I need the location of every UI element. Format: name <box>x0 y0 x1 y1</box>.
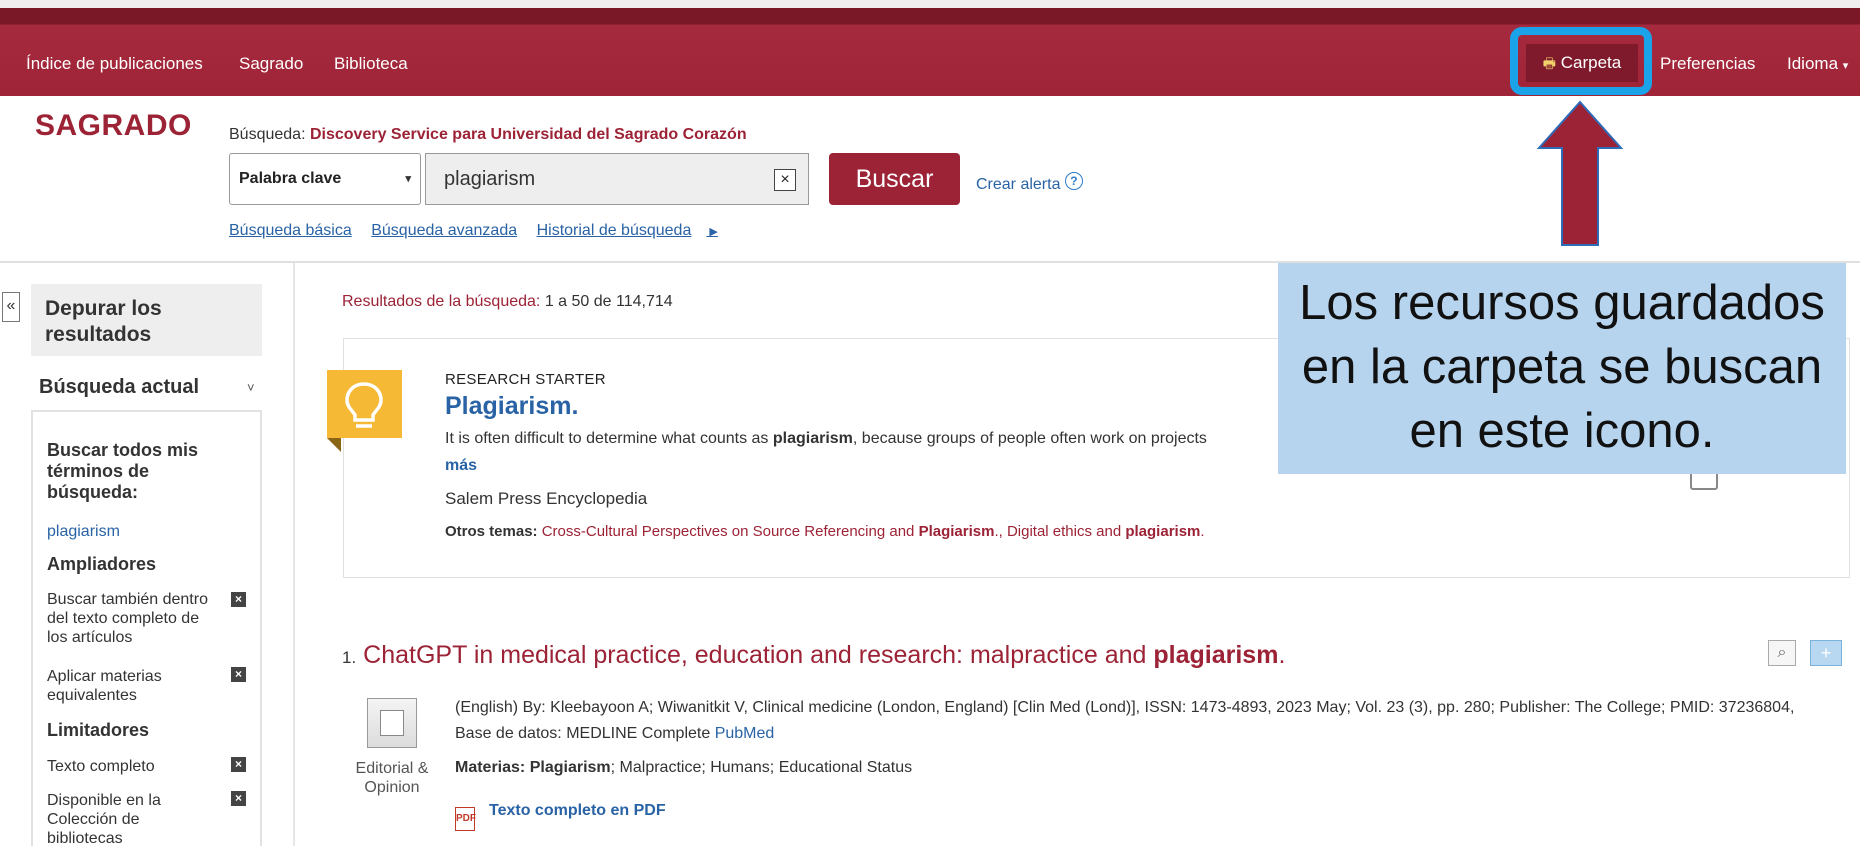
result-title[interactable]: 1. ChatGPT in medical practice, educatio… <box>342 641 1285 670</box>
find-all-terms-label: Buscar todos mis términos de búsqueda: <box>47 440 199 502</box>
pubmed-link[interactable]: PubMed <box>715 725 775 742</box>
remove-limiter-icon[interactable]: × <box>231 791 246 806</box>
results-count: Resultados de la búsqueda: 1 a 50 de 114… <box>342 293 673 310</box>
nav-idioma[interactable]: Idioma ▾ <box>1787 54 1848 74</box>
badge-fold <box>327 438 341 452</box>
nav-sagrado[interactable]: Sagrado <box>239 54 303 74</box>
refine-results-heading: Depurar los resultados <box>31 284 262 356</box>
limiter-fulltext: Texto completo <box>47 758 155 775</box>
nav-indice-publicaciones[interactable]: Índice de publicaciones <box>26 54 203 74</box>
result-metadata: (English) By: Kleebayoon A; Wiwanitkit V… <box>455 699 1795 742</box>
sagrado-logo[interactable]: SAGRADO <box>35 109 192 143</box>
up-arrow-annotation <box>1535 100 1625 255</box>
more-link[interactable]: más <box>445 457 477 475</box>
result-subjects: Materias: Plagiarism; Malpractice; Human… <box>455 759 913 776</box>
callout-annotation: Los recursos guardados en la carpeta se … <box>1278 263 1846 474</box>
document-icon <box>380 710 404 736</box>
search-input[interactable]: plagiarism <box>425 153 809 205</box>
chevron-down-icon[interactable]: ˅ <box>247 380 255 395</box>
top-background-strip <box>0 0 1860 8</box>
crear-alerta-link[interactable]: Crear alerta ? <box>976 172 1083 194</box>
topic-link[interactable]: Cross-Cultural Perspectives on Source Re… <box>542 523 995 540</box>
pdf-fulltext-link[interactable]: PDF Texto completo en PDF <box>455 802 666 831</box>
clear-search-icon[interactable]: × <box>774 169 796 191</box>
research-starter-topics: Otros temas: Cross-Cultural Perspectives… <box>445 523 1205 540</box>
search-field-select[interactable]: Palabra clave ▾ <box>229 153 421 205</box>
buscar-button[interactable]: Buscar <box>829 153 960 205</box>
topic-link[interactable]: plagiarism <box>1125 523 1200 540</box>
search-mode-links: Búsqueda básica Búsqueda avanzada Histor… <box>229 222 748 240</box>
advanced-search-link[interactable]: Búsqueda avanzada <box>371 222 517 239</box>
help-icon[interactable]: ? <box>1064 172 1083 190</box>
limiter-library-collection: Disponible en la Colección de biblioteca… <box>47 792 161 846</box>
chevron-down-icon: ▾ <box>1842 60 1849 72</box>
remove-expander-icon[interactable]: × <box>231 667 246 682</box>
search-term-link[interactable]: plagiarism <box>47 522 120 541</box>
folder-icon: 🖶 <box>1542 55 1556 71</box>
expander-fulltext: Buscar también dentro del texto completo… <box>47 591 208 646</box>
nav-preferencias[interactable]: Preferencias <box>1660 54 1755 74</box>
current-search-heading[interactable]: Búsqueda actual <box>39 376 199 399</box>
remove-expander-icon[interactable]: × <box>231 592 246 607</box>
search-history-link[interactable]: Historial de búsqueda ▶ <box>537 222 733 239</box>
basic-search-link[interactable]: Búsqueda básica <box>229 222 352 239</box>
research-starter-source: Salem Press Encyclopedia <box>445 489 648 508</box>
lightbulb-icon <box>327 370 402 438</box>
limiters-heading: Limitadores <box>47 720 150 740</box>
search-source-label: Búsqueda: Discovery Service para Univers… <box>229 126 747 143</box>
add-to-folder-icon[interactable]: + <box>1810 640 1842 666</box>
carpeta-button[interactable]: 🖶 Carpeta <box>1526 44 1638 82</box>
dropdown-caret-icon: ▾ <box>405 173 411 185</box>
research-starter-label: RESEARCH STARTER <box>445 371 606 388</box>
nav-biblioteca[interactable]: Biblioteca <box>334 54 408 74</box>
pdf-icon: PDF <box>455 807 476 831</box>
sidebar-divider <box>293 263 295 846</box>
publication-type-label: Editorial & Opinion <box>355 760 429 796</box>
research-starter-snippet: It is often difficult to determine what … <box>445 430 1207 447</box>
collapse-sidebar-button[interactable]: « <box>2 292 20 322</box>
preview-magnifier-icon[interactable]: ⌕ <box>1768 640 1796 666</box>
expander-equivalent-subjects: Aplicar materias equivalentes <box>47 668 162 704</box>
expanders-heading: Ampliadores <box>47 554 157 574</box>
research-starter-title[interactable]: Plagiarism. <box>445 392 578 421</box>
carpeta-label: Carpeta <box>1560 53 1622 72</box>
remove-limiter-icon[interactable]: × <box>231 757 246 772</box>
subject-link[interactable]: Plagiarism <box>530 759 611 776</box>
triangle-right-icon: ▶ <box>706 226 718 238</box>
